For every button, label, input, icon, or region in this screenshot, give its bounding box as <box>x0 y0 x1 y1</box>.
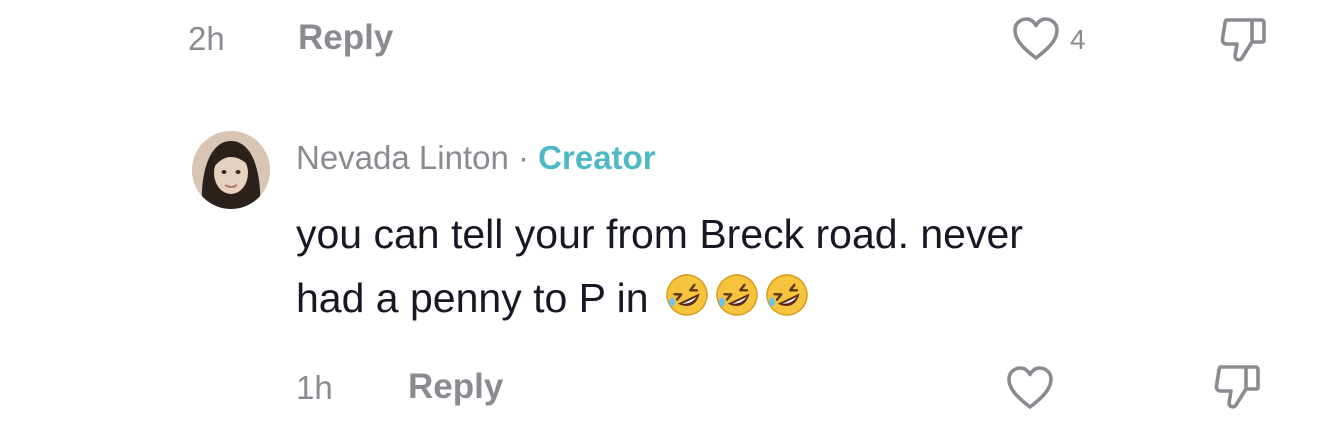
rolling-on-floor-laughing-emoji-icon <box>714 272 760 318</box>
thumbs-down-icon[interactable] <box>1212 361 1264 411</box>
emoji-group <box>660 272 810 336</box>
author-name[interactable]: Nevada Linton <box>296 139 509 176</box>
heart-outline-icon[interactable] <box>1011 15 1061 63</box>
previous-comment-reply-button[interactable]: Reply <box>298 20 393 55</box>
comment-text: you can tell your from Breck road. never… <box>296 202 1256 336</box>
avatar[interactable] <box>192 131 270 209</box>
rolling-on-floor-laughing-emoji-icon <box>764 272 810 318</box>
heart-outline-icon[interactable] <box>1005 364 1055 412</box>
previous-comment-timestamp: 2h <box>188 20 225 57</box>
previous-comment-like-count: 4 <box>1070 24 1086 55</box>
comment-timestamp: 1h <box>296 369 333 406</box>
comment-text-line-2-wrapper: had a penny to P in <box>296 266 1256 336</box>
author-separator: · <box>518 139 529 176</box>
comment-author-line: Nevada Linton · Creator <box>296 141 656 174</box>
creator-badge: Creator <box>538 139 656 176</box>
thumbs-down-icon[interactable] <box>1218 14 1270 64</box>
rolling-on-floor-laughing-emoji-icon <box>664 272 710 318</box>
comment-text-line-2: had a penny to P in <box>296 275 649 321</box>
comment-reply-button[interactable]: Reply <box>408 369 503 404</box>
comment-text-line-1: you can tell your from Breck road. never <box>296 211 1023 257</box>
